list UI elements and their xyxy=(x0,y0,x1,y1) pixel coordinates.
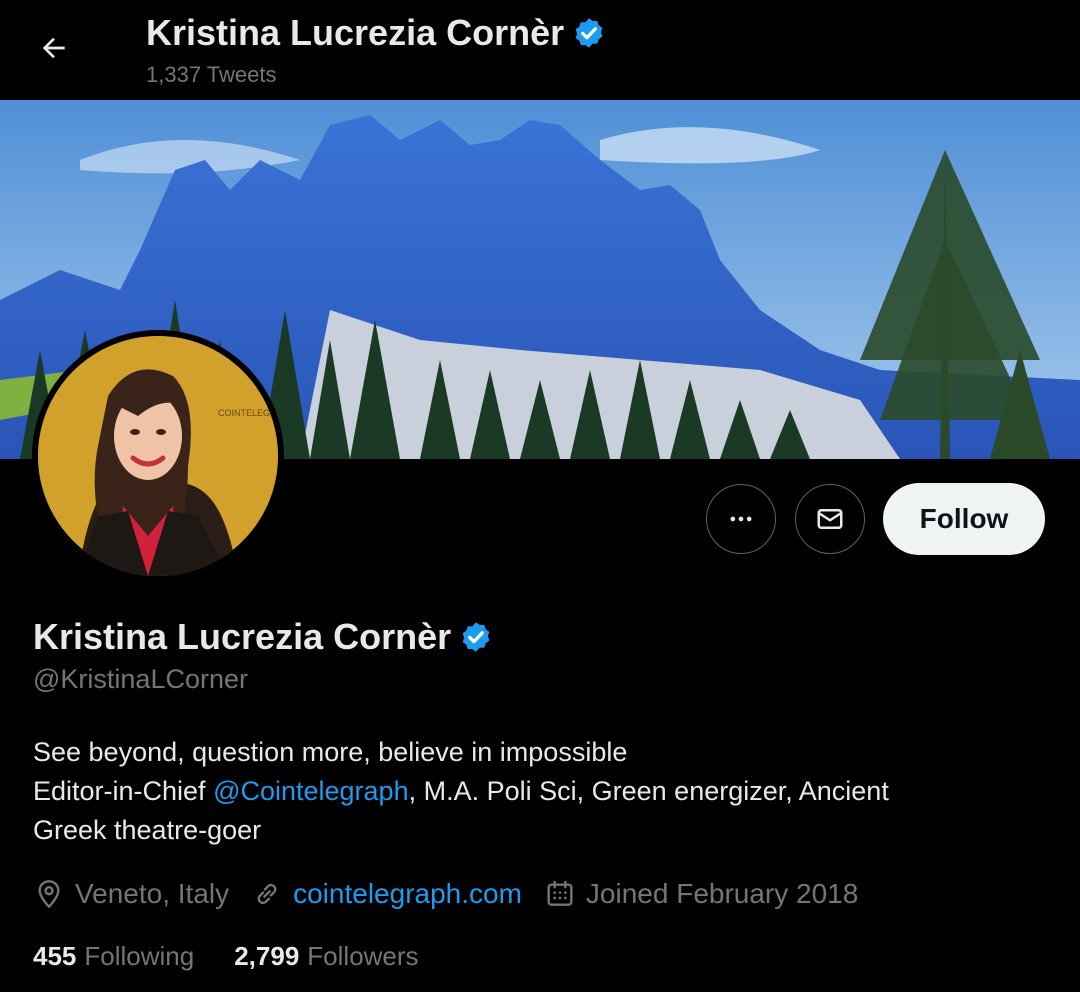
following-link[interactable]: 455 Following xyxy=(33,941,194,972)
location-item: Veneto, Italy xyxy=(33,878,229,910)
bio-line-2-suffix: , M.A. Poli Sci, Green energizer, Ancien… xyxy=(408,776,889,806)
bio-line-1: See beyond, question more, believe in im… xyxy=(33,737,628,767)
follow-button[interactable]: Follow xyxy=(883,483,1045,555)
more-icon xyxy=(730,516,752,522)
avatar-backdrop-text: COINTELEGRAPH xyxy=(218,408,278,418)
avatar: COINTELEGRAPH xyxy=(38,336,278,576)
location-text: Veneto, Italy xyxy=(75,878,230,909)
back-button[interactable] xyxy=(30,24,78,72)
tweet-count: 1,337 Tweets xyxy=(146,62,277,87)
avatar-frame[interactable]: COINTELEGRAPH xyxy=(32,330,284,582)
bio-line-3: Greek theatre-goer xyxy=(33,815,262,845)
header-display-name: Kristina Lucrezia Cornèr xyxy=(146,12,606,54)
website-link[interactable]: cointelegraph.com xyxy=(293,878,522,910)
followers-label: Followers xyxy=(307,941,419,971)
verified-badge-icon xyxy=(575,18,603,48)
bio-line-2: Editor-in-Chief @Cointelegraph, M.A. Pol… xyxy=(33,772,1033,811)
calendar-icon xyxy=(547,880,573,906)
followers-link[interactable]: 2,799 Followers xyxy=(234,941,418,972)
profile-name-text: Kristina Lucrezia Cornèr xyxy=(33,616,452,657)
bio-line-2-prefix: Editor-in-Chief xyxy=(33,776,214,806)
followers-count: 2,799 xyxy=(234,941,300,971)
more-options-button[interactable] xyxy=(706,484,776,554)
link-icon xyxy=(257,883,277,905)
profile-handle: @KristinaLCorner xyxy=(33,664,248,694)
website-item: cointelegraph.com xyxy=(251,878,522,910)
profile-display-name: Kristina Lucrezia Cornèr xyxy=(33,616,493,658)
arrow-left-icon xyxy=(42,37,65,59)
profile-bio: See beyond, question more, believe in im… xyxy=(33,733,1033,850)
location-pin-icon xyxy=(38,880,60,909)
joined-text: Joined February 2018 xyxy=(585,878,859,909)
following-label: Following xyxy=(84,941,195,971)
bio-mention-link[interactable]: @Cointelegraph xyxy=(213,776,409,806)
top-bar: Kristina Lucrezia Cornèr 1,337 Tweets xyxy=(0,0,1080,100)
avatar-image: COINTELEGRAPH xyxy=(38,336,278,576)
joined-item: Joined February 2018 xyxy=(544,878,858,910)
header-name-text: Kristina Lucrezia Cornèr xyxy=(146,12,565,53)
following-count: 455 xyxy=(33,941,77,971)
profile-stats: 455 Following 2,799 Followers xyxy=(33,941,459,972)
envelope-icon xyxy=(817,509,843,529)
message-button[interactable] xyxy=(795,484,865,554)
profile-meta: Veneto, Italy cointelegraph.com Joined F… xyxy=(33,875,880,913)
verified-badge-icon xyxy=(462,622,490,652)
